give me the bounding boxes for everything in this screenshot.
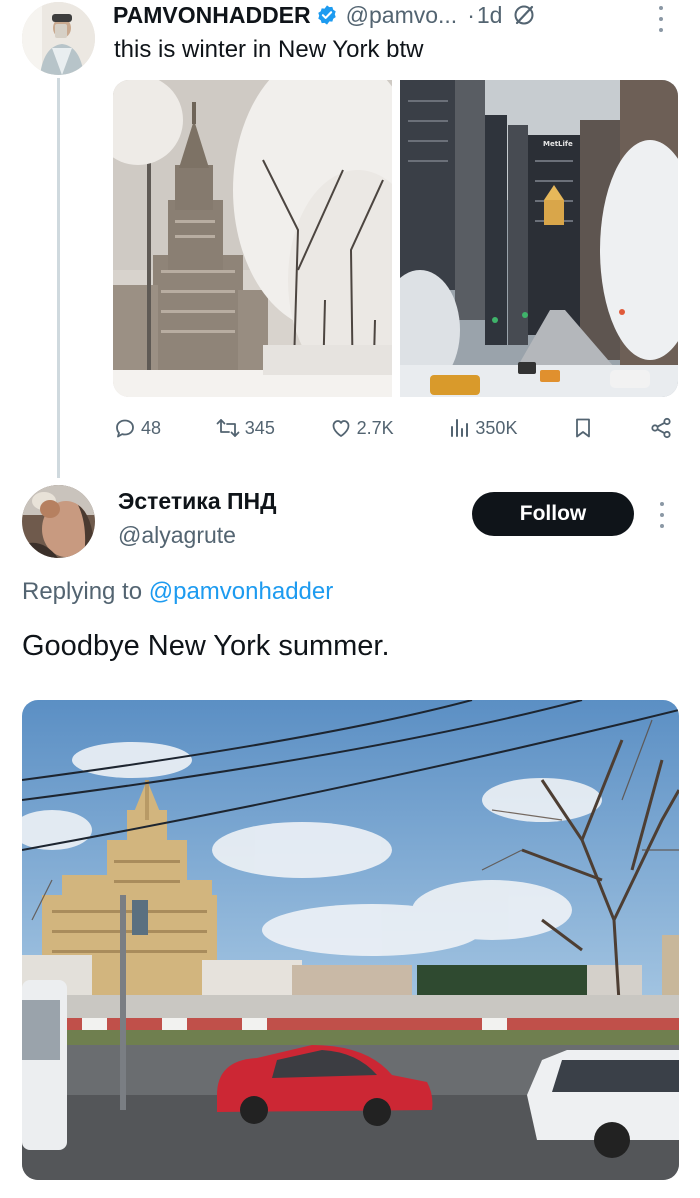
dot-separator: · [467, 1, 475, 28]
reply-count: 48 [141, 417, 162, 438]
share-button[interactable] [649, 416, 673, 440]
avatar-photo [22, 2, 95, 75]
photo-street-building[interactable] [22, 700, 679, 1180]
reply-more-options-icon[interactable] [657, 502, 667, 528]
bookmark-icon [576, 418, 591, 438]
author-handle[interactable]: @pamvo... [346, 2, 458, 29]
reply-author-handle[interactable]: @alyagrute [118, 522, 236, 549]
author-avatar[interactable] [22, 2, 95, 75]
photo-winter-tower[interactable] [113, 80, 392, 397]
photo-winter-street[interactable]: MetLife [400, 80, 678, 397]
views-count: 350K [475, 417, 518, 438]
views-icon [451, 419, 469, 437]
tweet-text: this is winter in New York btw [114, 36, 424, 63]
tweet-media[interactable]: MetLife [113, 80, 678, 397]
reply-author-name[interactable]: Эстетика ПНД [118, 488, 277, 515]
replying-to-handle[interactable]: @pamvonhadder [149, 578, 333, 605]
like-count: 2.7K [356, 417, 394, 438]
reply-button[interactable]: 48 [113, 416, 161, 440]
tweet-actions: 48 345 2.7K 350K [113, 416, 673, 440]
views-button[interactable]: 350K [447, 416, 517, 440]
more-options-icon[interactable] [656, 6, 666, 32]
replying-to-prefix: Replying to [22, 578, 143, 605]
follow-button[interactable]: Follow [472, 492, 634, 536]
reply-icon [116, 419, 134, 438]
tweet-time[interactable]: 1d [477, 2, 503, 29]
verified-badge-icon [316, 4, 338, 26]
bookmark-button[interactable] [571, 416, 595, 440]
heart-icon [332, 420, 350, 437]
retweet-icon [216, 419, 240, 437]
author-name[interactable]: PAMVONHADDER [113, 2, 311, 29]
share-icon [651, 417, 671, 439]
reply-media[interactable] [22, 700, 679, 1180]
thread-connector [57, 78, 60, 478]
replying-to-line: Replying to @pamvonhadder [22, 578, 333, 606]
metlife-sign: MetLife [543, 140, 573, 148]
tweet-header: PAMVONHADDER @pamvo... · 1d [113, 0, 536, 30]
retweet-button[interactable]: 345 [215, 416, 275, 440]
reply-author-avatar[interactable] [22, 485, 95, 558]
grok-icon[interactable] [512, 3, 536, 27]
retweet-count: 345 [244, 417, 275, 438]
reply-avatar-photo [22, 485, 95, 558]
like-button[interactable]: 2.7K [329, 416, 394, 440]
reply-text: Goodbye New York summer. [22, 630, 390, 662]
